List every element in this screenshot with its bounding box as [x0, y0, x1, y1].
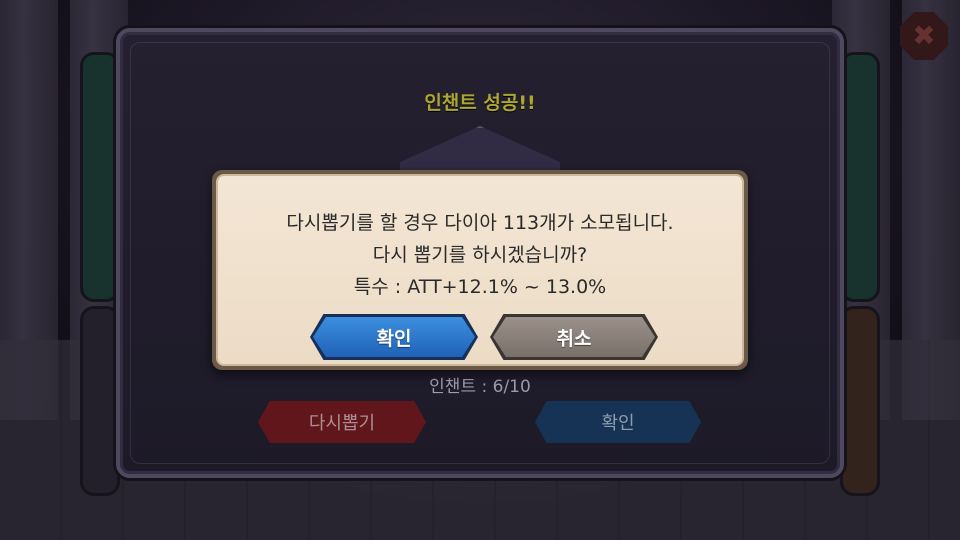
- dialog-ok-button-label: 확인: [376, 327, 412, 350]
- dialog-ok-button-face: 확인: [313, 317, 475, 357]
- dialog-message-question: 다시 뽑기를 하시겠습니까?: [372, 244, 588, 266]
- dialog-body: 다시뽑기를 할 경우 다이아 113개가 소모됩니다. 다시 뽑기를 하시겠습니…: [216, 174, 744, 366]
- dialog-cancel-button-label: 취소: [556, 327, 592, 350]
- dialog-cancel-button-face: 취소: [493, 317, 655, 357]
- reroll-confirm-dialog: 다시뽑기를 할 경우 다이아 113개가 소모됩니다. 다시 뽑기를 하시겠습니…: [212, 170, 748, 370]
- dialog-message-stat-range: 특수 : ATT+12.1% ~ 13.0%: [353, 276, 607, 298]
- dialog-ok-button[interactable]: 확인: [310, 314, 478, 360]
- dialog-message-cost: 다시뽑기를 할 경우 다이아 113개가 소모됩니다.: [286, 212, 674, 234]
- dialog-cancel-button[interactable]: 취소: [490, 314, 658, 360]
